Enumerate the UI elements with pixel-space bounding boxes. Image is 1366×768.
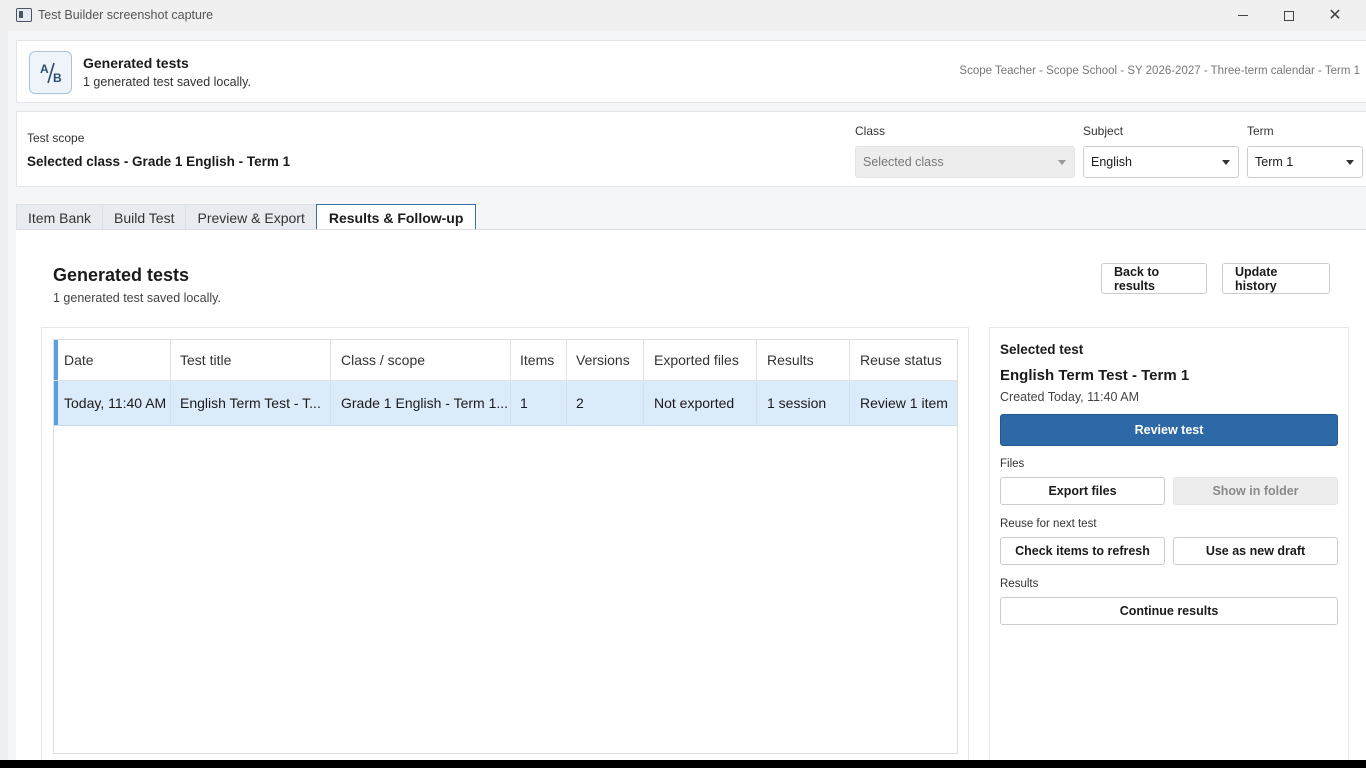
chevron-down-icon — [1346, 160, 1354, 165]
app-logo: A B — [29, 51, 72, 94]
tests-table-panel: Date Test title Class / scope Items Vers… — [41, 327, 969, 760]
class-select-value: Selected class — [863, 155, 944, 169]
subject-label: Subject — [1083, 124, 1124, 138]
column-header-versions[interactable]: Versions — [567, 340, 644, 380]
class-label: Class — [855, 124, 886, 138]
maximize-button[interactable] — [1266, 0, 1312, 31]
window-title: Test Builder screenshot capture — [38, 8, 214, 22]
cell-reuse-status: Review 1 item — [850, 381, 957, 425]
tab-preview-export[interactable]: Preview & Export — [185, 204, 317, 230]
review-test-button[interactable]: Review test — [1000, 414, 1338, 446]
results-label: Results — [1000, 578, 1039, 590]
cell-exported-files: Not exported — [644, 381, 757, 425]
tests-table: Date Test title Class / scope Items Vers… — [53, 339, 958, 754]
update-history-button[interactable]: Update history — [1222, 263, 1330, 294]
selected-test-created: Created Today, 11:40 AM — [1000, 390, 1139, 404]
svg-text:A: A — [40, 62, 49, 76]
class-select[interactable]: Selected class — [855, 146, 1075, 178]
cell-versions: 2 — [567, 381, 644, 425]
chevron-down-icon — [1222, 160, 1230, 165]
selected-test-title: English Term Test - Term 1 — [1000, 367, 1190, 384]
cell-class-scope: Grade 1 English - Term 1... — [331, 381, 511, 425]
title-bar: Test Builder screenshot capture ✕ — [0, 0, 1366, 31]
app-icon — [16, 8, 32, 22]
term-select[interactable]: Term 1 — [1247, 146, 1363, 178]
maximize-icon — [1284, 10, 1294, 21]
app-header: A B Generated tests 1 generated test sav… — [16, 40, 1366, 103]
cell-items: 1 — [511, 381, 567, 425]
page-title: Generated tests — [53, 265, 190, 285]
export-files-button[interactable]: Export files — [1000, 477, 1165, 505]
use-as-draft-button[interactable]: Use as new draft — [1173, 537, 1338, 565]
column-header-reuse-status[interactable]: Reuse status — [850, 340, 957, 380]
term-select-value: Term 1 — [1255, 155, 1294, 169]
subject-select[interactable]: English — [1083, 146, 1239, 178]
tab-build-test[interactable]: Build Test — [102, 204, 187, 230]
back-to-results-button[interactable]: Back to results — [1101, 263, 1207, 294]
cell-results: 1 session — [757, 381, 850, 425]
check-items-button[interactable]: Check items to refresh — [1000, 537, 1165, 565]
tab-bar: Item Bank Build Test Preview & Export Re… — [16, 204, 477, 231]
cell-date: Today, 11:40 AM — [58, 381, 171, 425]
tab-item-bank[interactable]: Item Bank — [16, 204, 104, 230]
term-label: Term — [1247, 124, 1274, 138]
page-subtitle: 1 generated test saved locally. — [53, 291, 221, 305]
column-header-class-scope[interactable]: Class / scope — [331, 340, 511, 380]
reuse-label: Reuse for next test — [1000, 518, 1097, 530]
column-header-date[interactable]: Date — [58, 340, 171, 380]
chevron-down-icon — [1058, 160, 1066, 165]
minimize-icon — [1238, 15, 1248, 16]
files-label: Files — [1000, 458, 1025, 470]
minimize-button[interactable] — [1220, 0, 1266, 31]
header-context: Scope Teacher - Scope School - SY 2026-2… — [959, 65, 1360, 77]
close-icon: ✕ — [1328, 6, 1342, 24]
selected-test-heading: Selected test — [1000, 342, 1084, 357]
selected-test-panel: Selected test English Term Test - Term 1… — [989, 327, 1349, 760]
app-window: Test Builder screenshot capture ✕ A B Ge… — [0, 0, 1366, 760]
close-button[interactable]: ✕ — [1312, 0, 1358, 31]
scope-label: Test scope — [27, 131, 85, 145]
subject-select-value: English — [1091, 155, 1132, 169]
test-scope-bar: Test scope Selected class - Grade 1 Engl… — [16, 111, 1366, 187]
show-in-folder-button[interactable]: Show in folder — [1173, 477, 1338, 505]
app-client: A B Generated tests 1 generated test sav… — [8, 31, 1366, 760]
column-header-results[interactable]: Results — [757, 340, 850, 380]
svg-text:B: B — [53, 71, 62, 85]
column-header-exported-files[interactable]: Exported files — [644, 340, 757, 380]
results-panel: Generated tests 1 generated test saved l… — [16, 229, 1366, 760]
header-subtitle: 1 generated test saved locally. — [83, 75, 251, 89]
table-header: Date Test title Class / scope Items Vers… — [54, 340, 957, 381]
continue-results-button[interactable]: Continue results — [1000, 597, 1338, 625]
scope-value: Selected class - Grade 1 English - Term … — [27, 154, 291, 169]
ab-logo-icon: A B — [40, 62, 62, 85]
table-row[interactable]: Today, 11:40 AM English Term Test - T...… — [54, 381, 957, 426]
column-header-test-title[interactable]: Test title — [171, 340, 331, 380]
tab-results-follow-up[interactable]: Results & Follow-up — [315, 204, 477, 231]
cell-test-title: English Term Test - T... — [171, 381, 331, 425]
header-title: Generated tests — [83, 55, 189, 71]
column-header-items[interactable]: Items — [511, 340, 567, 380]
